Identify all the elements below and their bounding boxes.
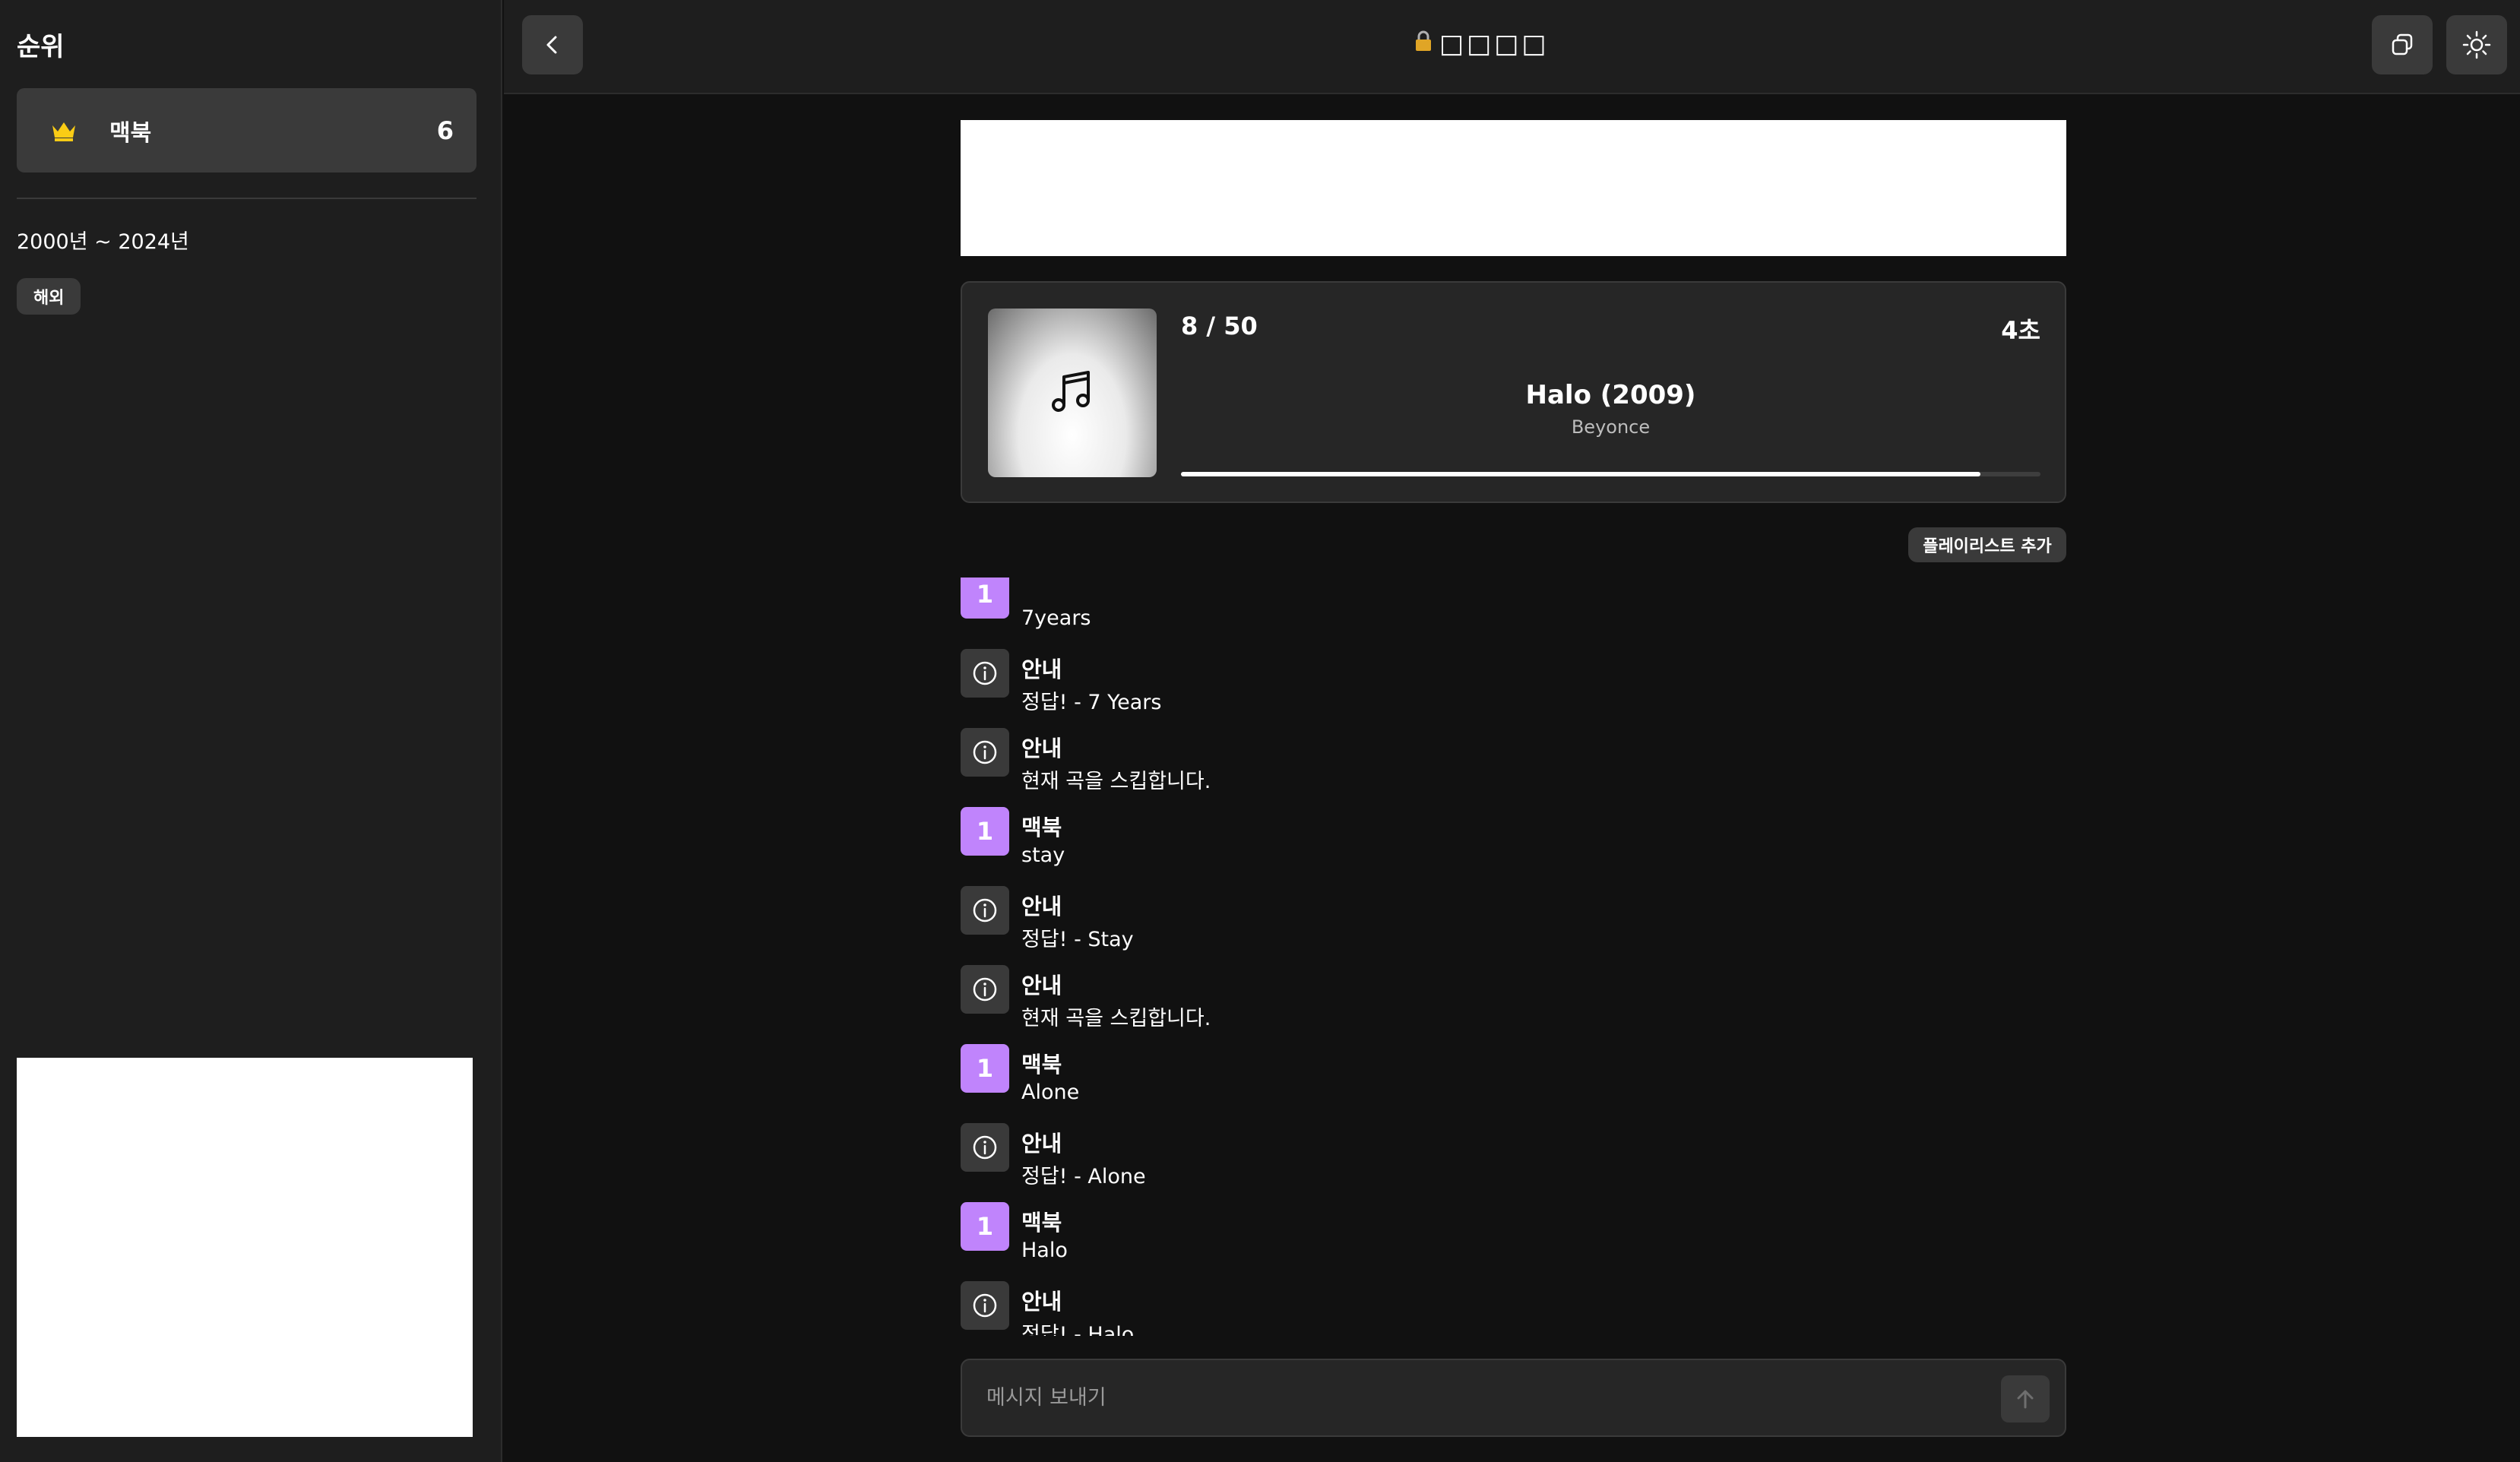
sidebar-title: 순위	[17, 32, 65, 62]
message-text: Alone	[1021, 1081, 1080, 1104]
message-author: 안내	[1021, 1289, 1062, 1315]
info-icon	[961, 1123, 1009, 1172]
info-icon	[961, 649, 1009, 698]
message-text: 현재 곡을 스킵합니다.	[1021, 770, 1211, 793]
album-art	[988, 309, 1157, 477]
chat-message-system: 안내정답! - Stay	[961, 886, 2066, 965]
message-author: 안내	[1021, 973, 1062, 998]
info-icon	[961, 1281, 1009, 1330]
chat-message-user: 1 7years	[961, 578, 2066, 649]
message-input[interactable]	[986, 1360, 1974, 1435]
playback-progress-fill	[1181, 472, 1980, 476]
ranking-player-name: 맥북	[109, 119, 152, 147]
room-title: □□□□	[1414, 29, 1550, 59]
chat-message-system: 안내정답! - Halo	[961, 1281, 2066, 1336]
send-button[interactable]	[2001, 1375, 2050, 1422]
message-author: 맥북	[1021, 815, 1062, 840]
now-playing-card: 8 / 50 4초 Halo (2009) Beyonce	[961, 281, 2066, 503]
sun-icon	[2462, 30, 2491, 59]
message-text: 정답! - 7 Years	[1021, 691, 1162, 714]
info-icon	[961, 886, 1009, 935]
region-badge: 해외	[17, 278, 81, 315]
message-text: 정답! - Halo	[1021, 1323, 1135, 1336]
chat-messages: 1 7years 안내 정답! - 7 Years 안내 현재 곡을 스킵합니다. 1 맥북 s…	[961, 578, 2066, 1336]
ranking-item: 맥북 6	[17, 88, 476, 172]
chat-message-system: 안내현재 곡을 스킵합니다.	[961, 728, 2066, 807]
countdown-timer: 4초	[2001, 316, 2040, 345]
user-badge: 1	[961, 1202, 1009, 1251]
user-badge: 1	[961, 578, 1009, 619]
chat-message-system: 안내정답! - 7 Years	[961, 649, 2066, 728]
track-counter: 8 / 50	[1181, 312, 1258, 340]
message-author: 안내	[1021, 736, 1062, 761]
user-badge: 1	[961, 1044, 1009, 1093]
message-text: 7years	[1021, 606, 1091, 630]
chat-message-system: 안내정답! - Alone	[961, 1123, 2066, 1202]
copy-button[interactable]	[2372, 15, 2433, 74]
ranking-player-score: 6	[436, 116, 454, 145]
sidebar-ad-slot	[17, 1058, 473, 1437]
chat-message-system: 안내현재 곡을 스킵합니다.	[961, 965, 2066, 1044]
chevron-left-icon	[546, 36, 557, 54]
message-text: 정답! - Alone	[1021, 1165, 1146, 1188]
copy-icon	[2392, 33, 2413, 55]
playback-progress-bar	[1181, 472, 2040, 476]
divider	[17, 198, 476, 199]
message-author: 맥북	[1021, 1210, 1062, 1236]
song-title: Halo (2009)	[1525, 380, 1696, 410]
user-badge: 1	[961, 807, 1009, 856]
chat-message-user: 1 맥북 Alone	[961, 1044, 2066, 1123]
crown-icon	[49, 117, 79, 144]
arrow-up-icon	[2017, 1390, 2034, 1409]
back-button[interactable]	[522, 15, 583, 74]
room-name: □□□□	[1439, 29, 1550, 59]
add-to-playlist-button[interactable]: 플레이리스트 추가	[1908, 527, 2066, 562]
message-text: stay	[1021, 843, 1065, 867]
chat-message-user: 1 맥북 Halo	[961, 1202, 2066, 1281]
info-icon	[961, 965, 1009, 1014]
message-composer	[961, 1359, 2066, 1437]
theme-toggle-button[interactable]	[2446, 15, 2507, 74]
message-text: 현재 곡을 스킵합니다.	[1021, 1007, 1211, 1030]
year-range: 2000년 ~ 2024년	[17, 230, 189, 254]
music-note-icon	[1052, 371, 1090, 412]
message-author: 안내	[1021, 657, 1062, 682]
sidebar: 순위 맥북 6 2000년 ~ 2024년 해외	[0, 0, 502, 1462]
message-author: 안내	[1021, 894, 1062, 919]
song-artist: Beyonce	[1571, 416, 1651, 438]
message-author: 맥북	[1021, 1052, 1062, 1078]
top-bar: □□□□	[504, 0, 2520, 94]
top-ad-slot	[961, 120, 2066, 256]
message-text: Halo	[1021, 1239, 1068, 1262]
lock-icon	[1414, 29, 1433, 59]
info-icon	[961, 728, 1009, 777]
message-text: 정답! - Stay	[1021, 928, 1134, 951]
message-author: 안내	[1021, 1131, 1062, 1157]
chat-log[interactable]: 1 7years 안내 정답! - 7 Years 안내 현재 곡을 스킵합니다. 1 맥북 s…	[961, 578, 2066, 1336]
chat-message-user: 1 맥북 stay	[961, 807, 2066, 886]
